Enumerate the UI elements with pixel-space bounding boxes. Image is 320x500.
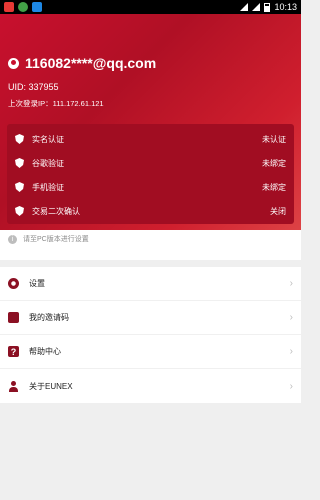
account-uid: UID: 337955: [8, 82, 59, 92]
system-icons: 10:13: [240, 2, 297, 12]
user-icon: [8, 57, 19, 69]
security-item-label: 手机验证: [32, 182, 64, 192]
menu-item-label: 帮助中心: [29, 347, 61, 356]
security-item-status: 关闭: [270, 206, 286, 216]
pc-settings-notice: i 请至PC版本进行设置: [8, 234, 89, 244]
status-time: 10:13: [274, 2, 297, 12]
notice-text: 请至PC版本进行设置: [23, 236, 89, 243]
menu-list: 设置 › 我的邀请码 › ? 帮助中心 › 关于EUNEX ›: [0, 267, 301, 403]
chevron-right-icon: ›: [289, 278, 293, 289]
wifi-icon: [240, 3, 249, 11]
account-email: 116082****@qq.com: [25, 55, 157, 71]
menu-item-label: 关于EUNEX: [29, 381, 73, 391]
menu-item-settings[interactable]: 设置 ›: [0, 267, 301, 301]
security-card: 实名认证 未认证 谷歌验证 未绑定 手机验证 未绑定 交易二次确认 关闭: [7, 124, 294, 224]
chevron-right-icon: ›: [289, 346, 293, 357]
help-icon: ?: [8, 346, 19, 357]
security-item-status: 未认证: [262, 134, 286, 144]
menu-item-label: 我的邀请码: [29, 313, 69, 322]
invite-icon: [8, 312, 19, 323]
last-login-ip: 上次登录IP：111.172.61.121: [8, 99, 104, 108]
app-notification-icon: [18, 2, 28, 12]
user-icon: [8, 380, 19, 392]
security-item-google[interactable]: 谷歌验证 未绑定: [15, 151, 286, 175]
chevron-right-icon: ›: [289, 380, 293, 392]
chevron-right-icon: ›: [289, 312, 293, 323]
shield-icon: [15, 134, 24, 144]
shield-icon: [15, 158, 24, 168]
menu-item-label: 设置: [29, 279, 45, 288]
app-notification-icon: [32, 2, 42, 12]
signal-icon: [252, 3, 261, 11]
gear-icon: [8, 278, 19, 289]
menu-item-help-center[interactable]: ? 帮助中心 ›: [0, 335, 301, 369]
security-item-realname[interactable]: 实名认证 未认证: [15, 127, 286, 151]
menu-item-invite-code[interactable]: 我的邀请码 ›: [0, 301, 301, 335]
info-icon: i: [8, 234, 17, 244]
security-item-label: 谷歌验证: [32, 158, 64, 168]
shield-icon: [15, 182, 24, 192]
shield-icon: [15, 206, 24, 216]
security-item-label: 交易二次确认: [32, 206, 80, 216]
account-row: 116082****@qq.com: [8, 55, 156, 71]
menu-item-about[interactable]: 关于EUNEX ›: [0, 369, 301, 403]
battery-icon: [264, 2, 271, 12]
security-item-status: 未绑定: [262, 182, 286, 192]
security-item-phone[interactable]: 手机验证 未绑定: [15, 175, 286, 199]
notification-icons: [4, 2, 42, 12]
security-item-status: 未绑定: [262, 158, 286, 168]
security-item-trade-confirm[interactable]: 交易二次确认 关闭: [15, 199, 286, 223]
status-bar: 10:13: [0, 0, 301, 14]
security-item-label: 实名认证: [32, 134, 64, 144]
app-notification-icon: [4, 2, 14, 12]
